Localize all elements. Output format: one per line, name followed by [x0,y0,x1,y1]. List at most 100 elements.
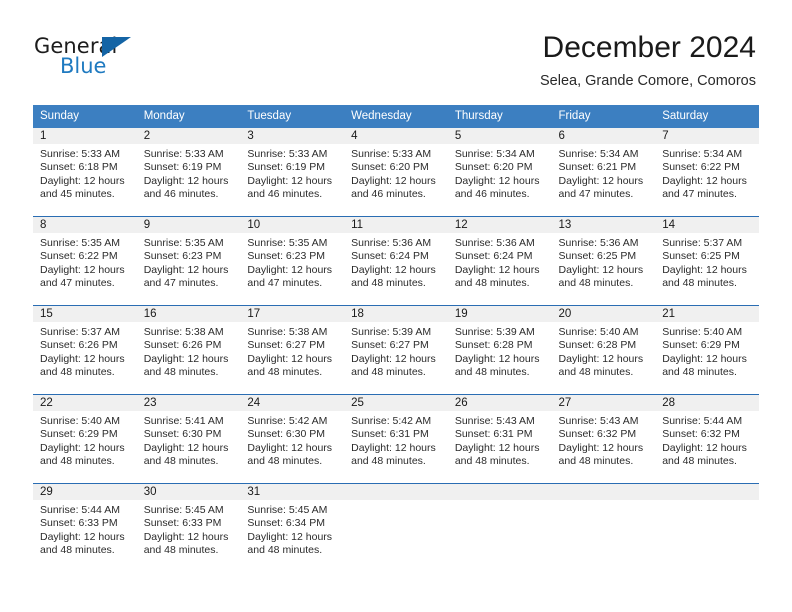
daylight-text-line1: Daylight: 12 hours [351,441,436,454]
day-number [447,484,552,500]
day-number: 31 [240,484,345,500]
day-cell[interactable]: 3 Sunrise: 5:33 AM Sunset: 6:19 PM Dayli… [240,128,345,217]
calendar-header-row-group: Sunday Monday Tuesday Wednesday Thursday… [33,105,759,128]
daylight-text-line2: and 48 minutes. [351,366,426,379]
day-details: Sunrise: 5:38 AM Sunset: 6:26 PM Dayligh… [137,322,241,380]
day-cell[interactable]: 17 Sunrise: 5:38 AM Sunset: 6:27 PM Dayl… [240,305,345,395]
day-cell[interactable]: 22 Sunrise: 5:40 AM Sunset: 6:29 PM Dayl… [33,394,137,484]
sunset-text: Sunset: 6:25 PM [558,250,637,263]
day-cell-empty [551,483,656,572]
day-details: Sunrise: 5:43 AM Sunset: 6:31 PM Dayligh… [448,411,552,469]
weekday-header-thursday: Thursday [447,105,552,128]
daylight-text-line1: Daylight: 12 hours [247,174,333,187]
day-cell[interactable]: 28 Sunrise: 5:44 AM Sunset: 6:32 PM Dayl… [655,394,759,484]
day-cell[interactable]: 26 Sunrise: 5:43 AM Sunset: 6:31 PM Dayl… [447,394,552,484]
daylight-text-line1: Daylight: 12 hours [247,352,333,365]
daylight-text-line2: and 47 minutes. [662,188,737,201]
daylight-text-line1: Daylight: 12 hours [247,441,333,454]
day-number: 10 [240,217,345,233]
sunset-text: Sunset: 6:27 PM [247,339,326,352]
sunrise-text: Sunrise: 5:44 AM [662,415,743,427]
day-cell[interactable]: 19 Sunrise: 5:39 AM Sunset: 6:28 PM Dayl… [447,305,552,395]
day-cell[interactable]: 4 Sunrise: 5:33 AM Sunset: 6:20 PM Dayli… [344,128,448,217]
day-cell[interactable]: 18 Sunrise: 5:39 AM Sunset: 6:27 PM Dayl… [344,305,448,395]
day-cell[interactable]: 29 Sunrise: 5:44 AM Sunset: 6:33 PM Dayl… [33,483,137,572]
day-cell[interactable]: 11 Sunrise: 5:36 AM Sunset: 6:24 PM Dayl… [344,216,448,306]
day-details: Sunrise: 5:42 AM Sunset: 6:31 PM Dayligh… [344,411,448,469]
day-details: Sunrise: 5:36 AM Sunset: 6:24 PM Dayligh… [448,233,552,291]
daylight-text-line1: Daylight: 12 hours [143,263,229,276]
daylight-text-line2: and 48 minutes. [662,277,737,290]
day-cell[interactable]: 15 Sunrise: 5:37 AM Sunset: 6:26 PM Dayl… [33,305,137,395]
week-row: 22 Sunrise: 5:40 AM Sunset: 6:29 PM Dayl… [33,394,759,484]
day-details: Sunrise: 5:43 AM Sunset: 6:32 PM Dayligh… [552,411,656,469]
day-cell[interactable]: 9 Sunrise: 5:35 AM Sunset: 6:23 PM Dayli… [136,216,241,306]
week-row: 8 Sunrise: 5:35 AM Sunset: 6:22 PM Dayli… [33,216,759,306]
sunset-text: Sunset: 6:20 PM [351,161,429,174]
week-row: 15 Sunrise: 5:37 AM Sunset: 6:26 PM Dayl… [33,305,759,395]
day-number: 26 [447,395,552,411]
day-number: 11 [344,217,448,233]
page-title: December 2024 [542,31,756,64]
sunrise-text: Sunrise: 5:40 AM [40,415,120,427]
general-blue-logo[interactable]: General Blue [34,34,214,86]
sunset-text: Sunset: 6:30 PM [143,428,222,441]
day-cell[interactable]: 25 Sunrise: 5:42 AM Sunset: 6:31 PM Dayl… [344,394,448,484]
sunset-text: Sunset: 6:18 PM [40,161,118,174]
day-cell[interactable]: 14 Sunrise: 5:37 AM Sunset: 6:25 PM Dayl… [655,216,759,306]
day-cell-empty [344,483,448,572]
day-cell[interactable]: 30 Sunrise: 5:45 AM Sunset: 6:33 PM Dayl… [136,483,241,572]
day-number: 18 [344,306,448,322]
daylight-text-line1: Daylight: 12 hours [454,174,540,187]
sunrise-text: Sunrise: 5:35 AM [143,237,224,249]
day-cell[interactable]: 8 Sunrise: 5:35 AM Sunset: 6:22 PM Dayli… [33,216,137,306]
sunrise-text: Sunrise: 5:42 AM [247,415,328,427]
day-number: 23 [136,395,241,411]
day-cell[interactable]: 6 Sunrise: 5:34 AM Sunset: 6:21 PM Dayli… [551,128,656,217]
sunset-text: Sunset: 6:23 PM [247,250,326,263]
daylight-text-line2: and 48 minutes. [247,544,323,557]
day-number: 13 [551,217,656,233]
sunset-text: Sunset: 6:30 PM [247,428,326,441]
daylight-text-line2: and 48 minutes. [558,455,634,468]
day-cell[interactable]: 21 Sunrise: 5:40 AM Sunset: 6:29 PM Dayl… [655,305,759,395]
day-number: 24 [240,395,345,411]
day-cell[interactable]: 23 Sunrise: 5:41 AM Sunset: 6:30 PM Dayl… [136,394,241,484]
day-number [344,484,448,500]
day-cell[interactable]: 16 Sunrise: 5:38 AM Sunset: 6:26 PM Dayl… [136,305,241,395]
sunrise-text: Sunrise: 5:36 AM [558,237,639,249]
sunset-text: Sunset: 6:19 PM [247,161,326,174]
day-details: Sunrise: 5:45 AM Sunset: 6:34 PM Dayligh… [240,500,344,558]
daylight-text-line1: Daylight: 12 hours [351,263,436,276]
day-cell[interactable]: 13 Sunrise: 5:36 AM Sunset: 6:25 PM Dayl… [551,216,656,306]
page-header: General Blue December 2024 Selea, Grande… [0,0,792,100]
day-cell[interactable]: 7 Sunrise: 5:34 AM Sunset: 6:22 PM Dayli… [655,128,759,217]
sunset-text: Sunset: 6:26 PM [143,339,222,352]
daylight-text-line1: Daylight: 12 hours [40,263,125,276]
week-row: 29 Sunrise: 5:44 AM Sunset: 6:33 PM Dayl… [33,483,759,572]
day-cell[interactable]: 2 Sunrise: 5:33 AM Sunset: 6:19 PM Dayli… [136,128,241,217]
day-cell[interactable]: 12 Sunrise: 5:36 AM Sunset: 6:24 PM Dayl… [447,216,552,306]
day-cell[interactable]: 24 Sunrise: 5:42 AM Sunset: 6:30 PM Dayl… [240,394,345,484]
daylight-text-line1: Daylight: 12 hours [247,263,333,276]
sunset-text: Sunset: 6:22 PM [40,250,118,263]
day-cell[interactable]: 1 Sunrise: 5:33 AM Sunset: 6:18 PM Dayli… [33,128,137,217]
day-details: Sunrise: 5:34 AM Sunset: 6:20 PM Dayligh… [448,144,552,202]
daylight-text-line1: Daylight: 12 hours [454,263,540,276]
sunrise-text: Sunrise: 5:33 AM [40,148,120,160]
day-number: 9 [136,217,241,233]
day-cell[interactable]: 5 Sunrise: 5:34 AM Sunset: 6:20 PM Dayli… [447,128,552,217]
day-cell[interactable]: 31 Sunrise: 5:45 AM Sunset: 6:34 PM Dayl… [240,483,345,572]
sunset-text: Sunset: 6:28 PM [454,339,533,352]
day-cell[interactable]: 10 Sunrise: 5:35 AM Sunset: 6:23 PM Dayl… [240,216,345,306]
daylight-text-line2: and 48 minutes. [40,366,115,379]
day-details [344,500,448,504]
day-cell[interactable]: 20 Sunrise: 5:40 AM Sunset: 6:28 PM Dayl… [551,305,656,395]
day-cell[interactable]: 27 Sunrise: 5:43 AM Sunset: 6:32 PM Dayl… [551,394,656,484]
daylight-text-line2: and 47 minutes. [247,277,323,290]
sunset-text: Sunset: 6:33 PM [40,517,118,530]
daylight-text-line2: and 47 minutes. [558,188,634,201]
day-details: Sunrise: 5:44 AM Sunset: 6:32 PM Dayligh… [655,411,759,469]
sunrise-text: Sunrise: 5:33 AM [247,148,328,160]
sunrise-text: Sunrise: 5:35 AM [40,237,120,249]
